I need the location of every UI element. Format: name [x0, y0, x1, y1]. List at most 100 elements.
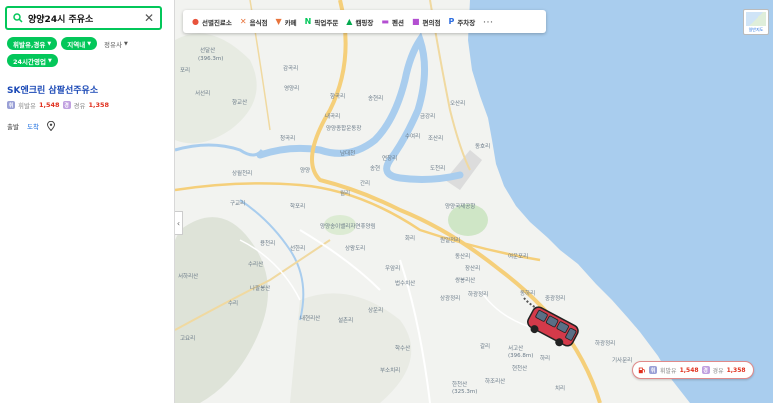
map-label: 수리	[228, 299, 238, 307]
search-icon	[13, 13, 23, 23]
medical-pin-icon: ●	[192, 17, 199, 26]
map-label: 하리	[540, 354, 550, 362]
chevron-down-icon: ▼	[87, 40, 92, 47]
category-pickup[interactable]: N 픽업주문	[301, 10, 343, 33]
map-label: 현천산	[512, 364, 527, 372]
category-pension[interactable]: ▬ 펜션	[377, 10, 408, 33]
more-button[interactable]: ···	[479, 10, 497, 33]
map-label: 여운포리	[508, 252, 528, 260]
map-label: 동산리	[455, 252, 470, 260]
arrive-button[interactable]: 도착	[27, 121, 39, 131]
filter-chips: 휘발유,경유 ▼ 지역내 ▼ 정유사 ▼ 24시간영업 ▼	[7, 37, 172, 67]
map-label: 상왕도리	[345, 244, 365, 252]
map-label: (396.3m)	[198, 56, 223, 62]
gas-label: 휘발유	[660, 367, 677, 375]
map-label: 설촌리	[338, 316, 353, 324]
map-label: 내곡리	[325, 112, 340, 120]
filter-region[interactable]: 지역내 ▼	[61, 37, 98, 50]
store-icon: ■	[411, 17, 420, 26]
map-type-label: 일반지도	[748, 27, 764, 32]
map-label: 서고산	[508, 344, 523, 352]
filter-refiner[interactable]: 정유사 ▼	[101, 37, 131, 50]
map-label: 향곡리	[330, 92, 345, 100]
category-bar: ● 선별진료소 ✕ 음식점 ▼ 카페 N 픽업주문 ▲ 캠핑장 ▬ 펜션 ■ 편의점 P 주차장…	[183, 10, 546, 33]
map-label: 중광정리	[545, 294, 565, 302]
map-label: 남대천	[340, 149, 355, 157]
price-row: 휘 휘발유 1,548 경 경유 1,358	[7, 100, 172, 110]
gas-label: 휘발유	[18, 102, 36, 110]
gas-badge: 휘	[7, 101, 15, 109]
map-label: 양양송이밸리자연휴양림	[320, 222, 376, 230]
map-label: 선달산	[200, 46, 215, 54]
map-label: 장산리	[465, 264, 480, 272]
diesel-price: 1,358	[726, 366, 746, 374]
map-label: 선한리	[290, 244, 305, 252]
category-medical[interactable]: ● 선별진료소	[188, 10, 236, 33]
filter-24h[interactable]: 24시간영업 ▼	[7, 54, 58, 67]
map-label: 상광정리	[440, 294, 460, 302]
map-label: 간리	[360, 179, 370, 187]
more-icon: ···	[483, 17, 494, 26]
map-label: 연창리	[382, 154, 397, 162]
map-label: 동호리	[475, 142, 490, 150]
gas-badge: 휘	[649, 366, 657, 374]
map-label: 양양종합운동장	[326, 124, 361, 132]
map-label: 나팔봉산	[250, 284, 270, 292]
map-label: 양양	[300, 166, 310, 174]
list-item[interactable]: SK엔크린 삼팔선주유소 휘 휘발유 1,548 경 경유 1,358 출발 도…	[7, 83, 172, 131]
map-label: 청곡리	[280, 134, 295, 142]
map-label: (325.3m)	[452, 389, 477, 395]
depart-button[interactable]: 출발	[7, 121, 19, 131]
chevron-down-icon: ▼	[124, 40, 128, 47]
chevron-down-icon: ▼	[47, 57, 52, 64]
map-label: 화리	[405, 234, 415, 242]
search-box[interactable]: 양양24시 주유소 ✕	[5, 6, 162, 30]
map-label: 하조리산	[485, 377, 505, 385]
naver-n-icon: N	[304, 17, 312, 26]
map-label: 송현리	[368, 94, 383, 102]
map-label: 향교산	[232, 98, 247, 106]
map-label: 법수치산	[395, 279, 415, 287]
map-label: 포리	[180, 66, 190, 74]
category-camping[interactable]: ▲ 캠핑장	[342, 10, 377, 33]
bed-icon: ▬	[381, 17, 389, 26]
map-label: 갈리	[480, 342, 490, 350]
map-label: 우암리	[385, 264, 400, 272]
tent-icon: ▲	[346, 17, 353, 26]
map-label: 내현리산	[300, 314, 320, 322]
map-label: 하광정리	[595, 339, 615, 347]
map-label: 오산리	[450, 99, 465, 107]
map-label: 조산리	[428, 134, 443, 142]
map-label: 도천리	[430, 164, 445, 172]
map-label: 쌍봉리산	[455, 276, 475, 284]
search-panel: 양양24시 주유소 ✕ 휘발유,경유 ▼ 지역내 ▼ 정유사 ▼ 24시간영업 ▼ SK…	[0, 0, 175, 403]
category-cafe[interactable]: ▼ 카페	[272, 10, 301, 33]
category-restaurant[interactable]: ✕ 음식점	[236, 10, 272, 33]
map-label: 수여리	[405, 132, 420, 140]
filter-fuel-type[interactable]: 휘발유,경유 ▼	[7, 37, 58, 50]
category-parking[interactable]: P 주차장	[444, 10, 479, 33]
panel-collapse-button[interactable]: ‹	[175, 211, 183, 235]
map-type-toggle[interactable]: 일반지도	[743, 9, 769, 35]
map-label: 기사문리	[612, 356, 632, 364]
diesel-badge: 경	[62, 101, 71, 109]
location-pin-icon[interactable]	[46, 121, 55, 131]
clear-icon[interactable]: ✕	[144, 12, 154, 24]
map-label: 동하리	[520, 289, 535, 297]
gas-price: 1,548	[38, 101, 60, 109]
station-title[interactable]: SK엔크린 삼팔선주유소	[7, 83, 172, 96]
map-label: 송현	[370, 164, 380, 172]
category-store[interactable]: ■ 편의점	[408, 10, 445, 33]
map-label: 용천리	[260, 239, 275, 247]
gas-pump-icon	[638, 367, 645, 374]
map-label: 학포리	[290, 202, 305, 210]
map-label: 금강리	[420, 112, 435, 120]
map-label: 상운리	[368, 306, 383, 314]
map-label: 원일전리	[440, 236, 460, 244]
price-bubble[interactable]: 휘 휘발유 1,548 경 경유 1,358	[632, 361, 754, 379]
search-input[interactable]: 양양24시 주유소	[28, 12, 144, 25]
map-label: 수리산	[248, 260, 263, 268]
diesel-label: 경유	[73, 102, 86, 110]
chevron-left-icon: ‹	[176, 218, 181, 228]
diesel-label: 경유	[712, 367, 724, 375]
